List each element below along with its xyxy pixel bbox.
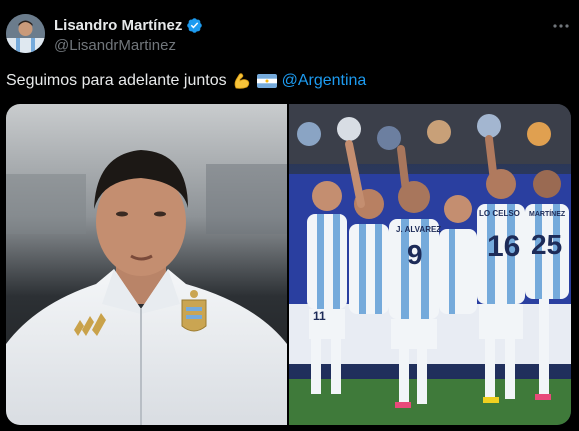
jersey-name-martinez: MARTÍNEZ — [529, 209, 566, 218]
tweet-text: Seguimos para adelante juntos @Argentina — [6, 71, 366, 91]
jersey-number-11: 11 — [313, 309, 326, 323]
verified-badge-icon — [187, 17, 203, 33]
jersey-number-9: 9 — [407, 239, 423, 270]
flexed-biceps-emoji — [234, 73, 249, 89]
player-portrait-photo[interactable] — [6, 104, 287, 425]
tweet-card[interactable]: Lisandro Martínez @LisandrMartinez Segui… — [0, 0, 579, 431]
tweet-body: Seguimos para adelante juntos — [6, 72, 227, 89]
more-options-icon[interactable] — [551, 16, 571, 36]
jersey-name-lo-celso: LO CELSO — [479, 209, 520, 218]
media-grid[interactable]: 11 J. ALVAREZ 9 LO CELSO 16 MARTÍNEZ 25 — [6, 104, 571, 425]
author-name-row[interactable]: Lisandro Martínez — [54, 15, 203, 35]
jersey-name-alvarez: J. ALVAREZ — [396, 225, 441, 234]
display-name[interactable]: Lisandro Martínez — [54, 17, 182, 34]
jersey-number-25: 25 — [531, 229, 562, 260]
avatar[interactable] — [6, 14, 45, 53]
mention-link[interactable]: @Argentina — [282, 72, 367, 90]
jersey-number-16: 16 — [487, 230, 520, 263]
author-handle[interactable]: @LisandrMartinez — [54, 37, 176, 54]
argentina-flag-emoji — [256, 74, 277, 88]
team-celebration-photo[interactable]: 11 J. ALVAREZ 9 LO CELSO 16 MARTÍNEZ 25 — [289, 104, 571, 425]
